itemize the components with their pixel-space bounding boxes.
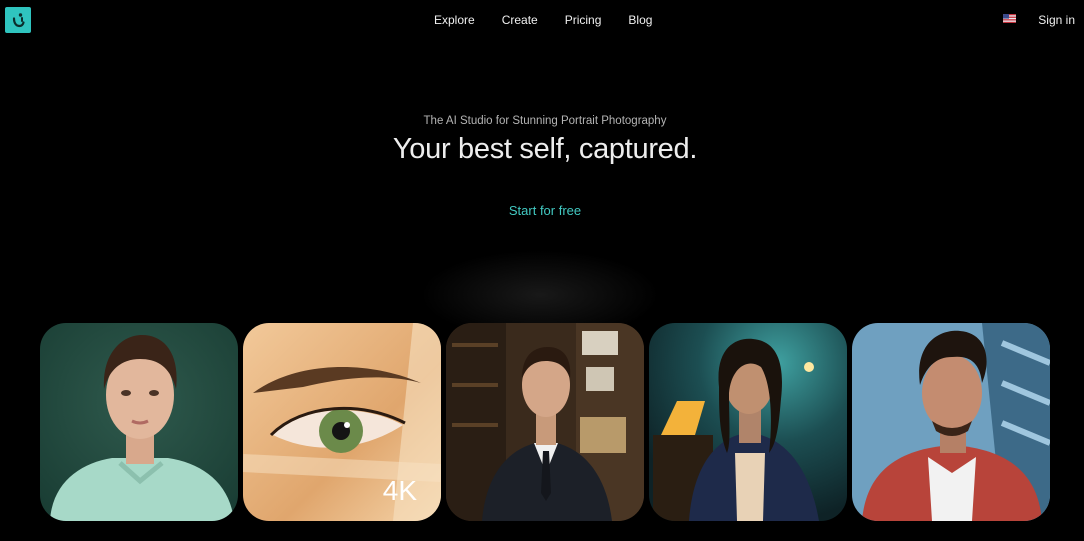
signin-link[interactable]: Sign in [1038, 12, 1075, 28]
main-nav: Explore Create Pricing Blog [420, 12, 665, 28]
portrait-photo-woman-lamp [649, 323, 847, 521]
portrait-photo-man-red-shirt [852, 323, 1050, 521]
nav-pricing[interactable]: Pricing [565, 12, 602, 28]
landing-page: Explore Create Pricing Blog Sign in The … [0, 0, 1084, 541]
hero-tagline: The AI Studio for Stunning Portrait Phot… [423, 115, 667, 127]
hero-headline: Your best self, captured. [392, 133, 698, 165]
app-logo-icon[interactable] [5, 7, 31, 33]
nav-blog[interactable]: Blog [628, 12, 652, 28]
portrait-photo-woman-hoodie [40, 323, 238, 521]
portrait-photo-man-suit [446, 323, 644, 521]
nav-create[interactable]: Create [502, 12, 538, 28]
us-flag-icon[interactable] [1003, 14, 1016, 23]
4k-badge: 4K [382, 475, 417, 506]
nav-explore[interactable]: Explore [434, 12, 475, 28]
start-free-button[interactable]: Start for free [509, 203, 581, 218]
cta-container: Start for free [0, 202, 1084, 220]
portrait-photo-eye-closeup: 4K [243, 323, 441, 521]
